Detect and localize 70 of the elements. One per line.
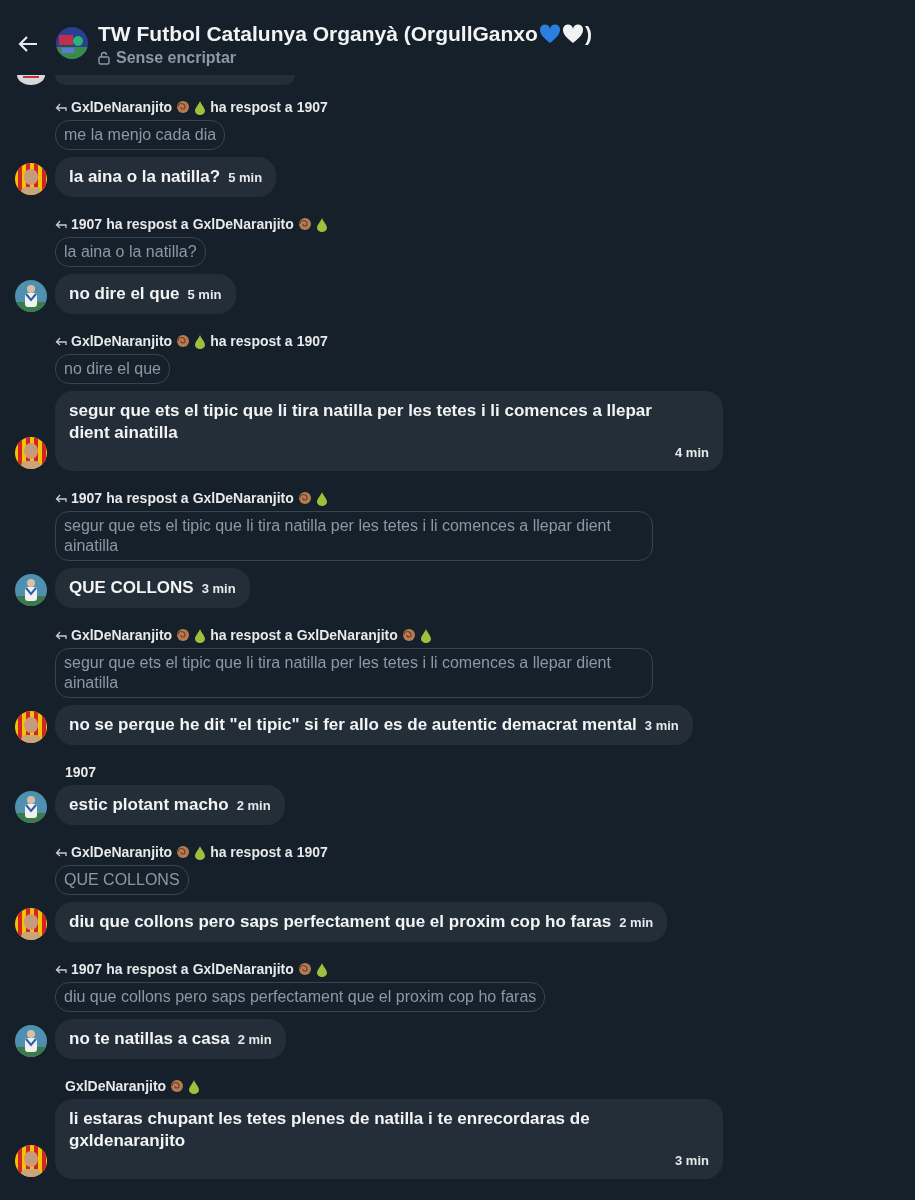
- message-text: la aina o la natilla?: [69, 166, 221, 188]
- reply-label: ha respost a: [106, 961, 189, 977]
- message-time: 5 min: [187, 286, 222, 304]
- message-time: 2 min: [619, 914, 654, 932]
- message-time: 3 min: [201, 580, 236, 598]
- quoted-message[interactable]: la aina o la natilla?: [55, 237, 206, 267]
- message-time: 3 min: [675, 1152, 709, 1170]
- heart-icon: [561, 24, 584, 44]
- message-text: QUE COLLONS: [69, 577, 194, 599]
- quoted-message[interactable]: me la menjo cada dia: [55, 120, 226, 150]
- sender-name: GxlDeNaranjito: [71, 627, 173, 643]
- reply-label: ha respost a: [210, 627, 293, 643]
- recipient-name: 1907: [296, 333, 328, 349]
- recipient-name: 1907: [296, 99, 328, 115]
- quoted-message[interactable]: no dire el que: [55, 354, 170, 384]
- reply-arrow-icon: [55, 336, 67, 346]
- recipient-name: GxlDeNaranjito: [192, 490, 294, 506]
- encryption-status: Sense encriptar: [116, 49, 237, 67]
- reply-arrow-icon: [55, 847, 67, 857]
- user-avatar[interactable]: [15, 1025, 47, 1057]
- recipient-name: 1907: [296, 844, 328, 860]
- user-avatar[interactable]: [15, 163, 47, 195]
- group-title-end: ): [584, 22, 592, 46]
- recipient-name: GxlDeNaranjito: [296, 627, 398, 643]
- message-text: no te natillas a casa: [69, 1028, 230, 1050]
- quoted-message[interactable]: QUE COLLONS: [55, 865, 189, 895]
- reply-arrow-icon: [55, 102, 67, 112]
- reply-arrow-icon: [55, 219, 67, 229]
- user-avatar[interactable]: [15, 437, 47, 469]
- user-avatar[interactable]: [15, 791, 47, 823]
- reply-arrow-icon: [55, 964, 67, 974]
- sender-name: GxlDeNaranjito: [71, 333, 173, 349]
- message-time: 3 min: [644, 717, 679, 735]
- quoted-message[interactable]: segur que ets el tipic que li tira natilla per les tetes i li comences a llepar dient ainatilla: [55, 511, 653, 561]
- message-time: 5 min: [228, 169, 263, 187]
- message-time: 4 min: [675, 444, 709, 462]
- recipient-name: GxlDeNaranjito: [192, 216, 294, 232]
- unlocked-padlock-icon: [98, 51, 110, 65]
- sender-name: 1907: [65, 764, 97, 780]
- user-avatar[interactable]: [15, 908, 47, 940]
- reply-label: ha respost a: [210, 844, 293, 860]
- user-avatar[interactable]: [15, 574, 47, 606]
- group-title: TW Futbol Catalunya Organyà (OrgullGanxo: [98, 22, 538, 46]
- reply-arrow-icon: [55, 630, 67, 640]
- reply-label: ha respost a: [210, 333, 293, 349]
- quoted-message[interactable]: diu que collons pero saps perfectament que el proxim cop ho faras: [55, 982, 546, 1012]
- message-text: no se perque he dit "el tipic" si fer allo es de autentic demacrat mental: [69, 714, 637, 736]
- message-text: li estaras chupant les tetes plenes de natilla i te enrecordaras de gxldenaranjito: [69, 1108, 591, 1152]
- sender-name: GxlDeNaranjito: [65, 1078, 167, 1094]
- sender-name: 1907: [71, 216, 103, 232]
- user-avatar[interactable]: [15, 1145, 47, 1177]
- reply-label: ha respost a: [106, 216, 189, 232]
- sender-name: 1907: [71, 490, 103, 506]
- back-arrow-icon[interactable]: [18, 35, 38, 53]
- message-time: 2 min: [237, 1031, 272, 1049]
- user-avatar[interactable]: [15, 711, 47, 743]
- message-time: 2 min: [236, 797, 271, 815]
- recipient-name: GxlDeNaranjito: [192, 961, 294, 977]
- reply-arrow-icon: [55, 493, 67, 503]
- user-avatar[interactable]: [15, 280, 47, 312]
- reply-label: ha respost a: [210, 99, 293, 115]
- quoted-message[interactable]: segur que ets el tipic que li tira natilla per les tetes i li comences a llepar dient ainatilla: [55, 648, 653, 698]
- message-text: diu que collons pero saps perfectament que el proxim cop ho faras: [69, 911, 612, 933]
- sender-name: GxlDeNaranjito: [71, 99, 173, 115]
- sender-name: GxlDeNaranjito: [71, 844, 173, 860]
- message-text: no dire el que: [69, 283, 180, 305]
- reply-label: ha respost a: [106, 490, 189, 506]
- message-text: segur que ets el tipic que li tira natilla per les tetes i li comences a llepar dient ainatilla: [69, 400, 653, 444]
- message-text: estic plotant macho: [69, 794, 229, 816]
- sender-name: 1907: [71, 961, 103, 977]
